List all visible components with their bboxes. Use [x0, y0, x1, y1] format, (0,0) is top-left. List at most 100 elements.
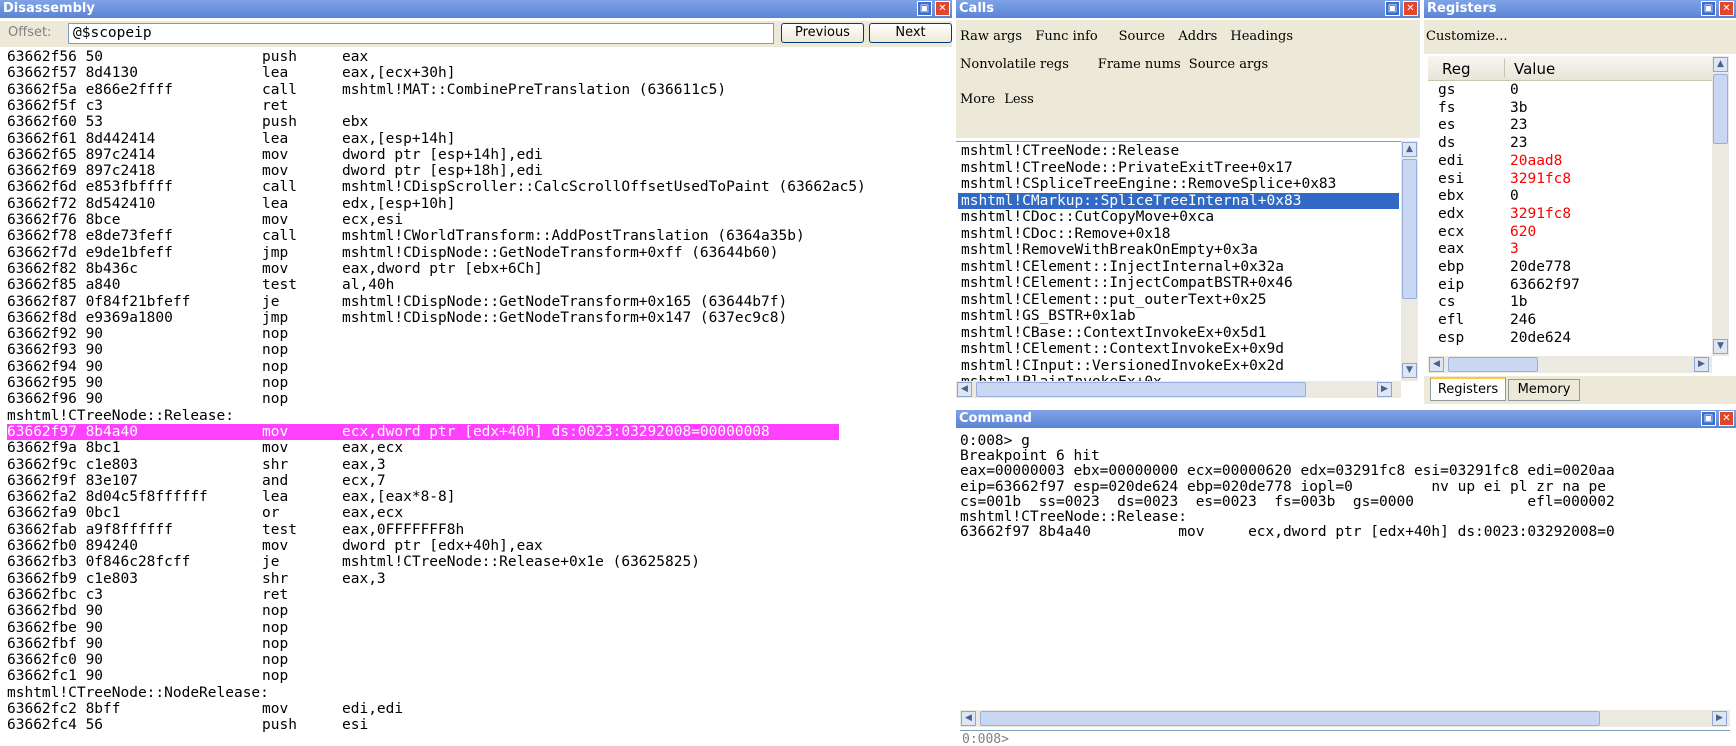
offset-input[interactable]: @$scopeip — [68, 23, 774, 44]
window-menu-icon[interactable]: ▣ — [917, 1, 932, 16]
command-output-line: Breakpoint 6 hit — [960, 448, 1100, 465]
call-stack-list[interactable]: mshtml!CTreeNode::Release mshtml!CTreeNod… — [956, 141, 1401, 382]
command-titlebar[interactable]: Command ▣ ✕ — [956, 410, 1736, 428]
register-row[interactable]: eax 3 — [1428, 241, 1712, 257]
disasm-row[interactable]: 63662f97 8b4a40 mov ecx,dword ptr [edx+40h… — [7, 423, 839, 440]
registers-horizontal-scrollbar[interactable]: ◀ ▶ — [1428, 356, 1712, 373]
instruction-address: 63662f5a e866e2ffff — [7, 81, 173, 98]
instruction-address: 63662fbe 90 — [7, 619, 104, 636]
calls-option-func-info[interactable]: Func info — [1035, 29, 1097, 44]
disassembly-titlebar[interactable]: Disassembly ▣ ✕ — [0, 0, 952, 18]
call-frame[interactable]: mshtml!CElement::InjectInternal+0x32a — [961, 259, 1284, 275]
register-row[interactable]: ds 23 — [1428, 135, 1712, 151]
close-icon[interactable]: ✕ — [935, 1, 950, 16]
call-frame[interactable]: mshtml!CInput::VersionedInvokeEx+0x2d — [961, 358, 1284, 374]
calls-vertical-scrollbar[interactable]: ▲ ▼ — [1401, 141, 1418, 381]
scroll-left-icon[interactable]: ◀ — [1429, 357, 1444, 372]
registers-titlebar[interactable]: Registers ▣ ✕ — [1424, 0, 1736, 18]
scroll-up-icon[interactable]: ▲ — [1713, 57, 1728, 72]
tab-memory[interactable]: Memory — [1508, 379, 1580, 401]
register-row[interactable]: es 23 — [1428, 117, 1712, 133]
disassembly-title: Disassembly — [3, 1, 95, 16]
register-list[interactable]: gs 0 fs 3b es 23 ds 23 edi 20aad8 esi 3291fc8 ebx 0 ed… — [1428, 82, 1712, 356]
calls-option-source-args[interactable]: Source args — [1189, 57, 1268, 72]
calls-option-less[interactable]: Less — [1004, 92, 1034, 107]
scroll-down-icon[interactable]: ▼ — [1402, 363, 1417, 378]
register-row[interactable]: esi 3291fc8 — [1428, 171, 1712, 187]
calls-option-nonvolatile-regs[interactable]: Nonvolatile regs — [960, 57, 1069, 72]
scrollbar-thumb[interactable] — [976, 382, 1306, 397]
scroll-right-icon[interactable]: ▶ — [1377, 382, 1392, 397]
next-button[interactable]: Next — [869, 23, 952, 43]
command-horizontal-scrollbar[interactable]: ◀ ▶ — [960, 710, 1730, 727]
calls-option-addrs[interactable]: Addrs — [1178, 29, 1217, 44]
scroll-right-icon[interactable]: ▶ — [1712, 711, 1727, 726]
instruction-mnemonic: lea — [262, 65, 289, 82]
calls-option-raw-args[interactable]: Raw args — [960, 29, 1022, 44]
call-frame[interactable]: mshtml!CDoc::CutCopyMove+0xca — [961, 209, 1214, 225]
scrollbar-thumb[interactable] — [980, 711, 1600, 726]
calls-option-more[interactable]: More — [960, 92, 995, 107]
calls-title: Calls — [959, 1, 994, 16]
close-icon[interactable]: ✕ — [1403, 1, 1418, 16]
disassembly-listing[interactable]: 63662f56 50 push eax 63662f57 8d4130 lea eax,… — [0, 49, 952, 746]
register-row[interactable]: ebx 0 — [1428, 188, 1712, 204]
register-row[interactable]: efl 246 — [1428, 312, 1712, 328]
register-row[interactable]: gs 0 — [1428, 82, 1712, 98]
previous-button[interactable]: Previous — [781, 23, 864, 43]
call-frame[interactable]: mshtml!CTreeNode::Release — [961, 143, 1179, 159]
call-frame[interactable]: mshtml!CDoc::Remove+0x18 — [961, 226, 1171, 242]
calls-window: Calls ▣ ✕ Raw args Func info Source Addrs He… — [956, 0, 1420, 404]
register-value: 3291fc8 — [1510, 170, 1572, 187]
column-header-reg[interactable]: Reg — [1442, 60, 1471, 78]
command-output[interactable]: 0:008> g Breakpoint 6 hit eax=00000003 ebx… — [956, 434, 1736, 718]
scroll-left-icon[interactable]: ◀ — [957, 382, 972, 397]
window-menu-icon[interactable]: ▣ — [1701, 1, 1716, 16]
close-icon[interactable]: ✕ — [1719, 411, 1734, 426]
call-frame[interactable]: mshtml!RemoveWithBreakOnEmpty+0x3a — [961, 242, 1258, 258]
instruction-mnemonic: and — [262, 472, 289, 489]
register-row[interactable]: edx 3291fc8 — [1428, 206, 1712, 222]
scroll-right-icon[interactable]: ▶ — [1694, 357, 1709, 372]
instruction-mnemonic: je — [262, 554, 280, 571]
close-icon[interactable]: ✕ — [1719, 1, 1734, 16]
calls-option-source[interactable]: Source — [1119, 29, 1165, 44]
instruction-address: 63662f95 90 — [7, 375, 104, 391]
call-frame[interactable]: mshtml!CSpliceTreeEngine::RemoveSplice+0… — [961, 176, 1336, 192]
register-row[interactable]: ecx 620 — [1428, 224, 1712, 240]
register-row[interactable]: eip 63662f97 — [1428, 277, 1712, 293]
scroll-up-icon[interactable]: ▲ — [1402, 142, 1417, 157]
register-row[interactable]: esp 20de624 — [1428, 330, 1712, 346]
command-input[interactable]: 0:008> — [960, 730, 1730, 746]
scrollbar-thumb[interactable] — [1713, 74, 1728, 144]
calls-option-headings[interactable]: Headings — [1230, 29, 1293, 44]
call-frame[interactable]: mshtml!CElement::put_outerText+0x25 — [961, 292, 1267, 308]
call-frame[interactable]: mshtml!CElement::ContextInvokeEx+0x9d — [961, 341, 1284, 357]
calls-option-frame-nums[interactable]: Frame nums — [1098, 57, 1181, 72]
call-frame[interactable]: mshtml!CElement::InjectCompatBSTR+0x46 — [961, 275, 1293, 291]
scroll-left-icon[interactable]: ◀ — [961, 711, 976, 726]
calls-titlebar[interactable]: Calls ▣ ✕ — [956, 0, 1420, 18]
calls-horizontal-scrollbar[interactable]: ◀ ▶ — [956, 381, 1401, 398]
register-row[interactable]: cs 1b — [1428, 294, 1712, 310]
window-menu-icon[interactable]: ▣ — [1385, 1, 1400, 16]
register-value: 23 — [1510, 117, 1528, 134]
call-frame[interactable]: mshtml!CTreeNode::PrivateExitTree+0x17 — [961, 160, 1293, 176]
call-frame[interactable]: mshtml!CBase::ContextInvokeEx+0x5d1 — [961, 325, 1267, 341]
registers-vertical-scrollbar[interactable]: ▲ ▼ — [1712, 56, 1729, 356]
call-frame[interactable]: mshtml!GS_BSTR+0x1ab — [961, 308, 1136, 324]
register-row[interactable]: fs 3b — [1428, 100, 1712, 116]
instruction-mnemonic: ret — [262, 97, 289, 114]
tab-registers[interactable]: Registers — [1430, 377, 1506, 401]
column-header-value[interactable]: Value — [1514, 60, 1555, 78]
call-frame[interactable]: mshtml!CMarkup::SpliceTreeInternal+0x83 — [958, 192, 1399, 209]
instruction-address: 63662f57 8d4130 — [7, 65, 138, 82]
window-menu-icon[interactable]: ▣ — [1701, 411, 1716, 426]
register-row[interactable]: ebp 20de778 — [1428, 259, 1712, 275]
scrollbar-thumb[interactable] — [1402, 159, 1417, 299]
instruction-address: 63662fb3 0f846c28fcff — [7, 554, 191, 571]
customize-link[interactable]: Customize... — [1426, 29, 1507, 44]
register-row[interactable]: edi 20aad8 — [1428, 153, 1712, 169]
scroll-down-icon[interactable]: ▼ — [1713, 339, 1728, 354]
scrollbar-thumb[interactable] — [1448, 357, 1538, 372]
